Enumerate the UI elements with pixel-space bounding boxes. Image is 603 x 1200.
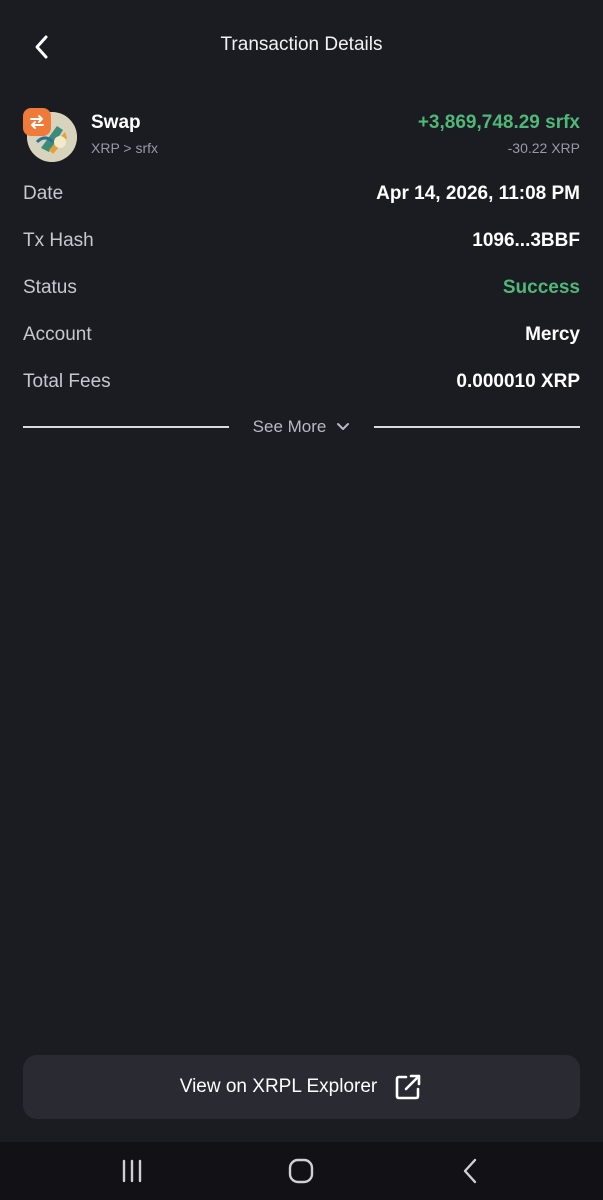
page-title: Transaction Details <box>220 34 383 55</box>
sent-amount: -30.22 XRP <box>507 140 580 156</box>
details-list: Date Apr 14, 2026, 11:08 PM Tx Hash 1096… <box>23 170 580 405</box>
system-back-button[interactable] <box>450 1156 490 1186</box>
see-more-button[interactable]: See More <box>229 417 375 437</box>
transaction-type: Swap <box>91 112 141 133</box>
token-avatar <box>23 108 77 162</box>
detail-value: 0.000010 XRP <box>456 370 580 392</box>
detail-label: Status <box>23 276 77 298</box>
detail-row-status: Status Success <box>23 264 580 311</box>
status-badge: Success <box>502 276 580 298</box>
home-button[interactable] <box>281 1156 321 1186</box>
swap-arrows-icon <box>23 108 51 136</box>
detail-value: Mercy <box>525 323 580 345</box>
detail-value: Apr 14, 2026, 11:08 PM <box>376 182 580 204</box>
recent-apps-icon <box>122 1159 142 1183</box>
see-more-section: See More <box>23 410 581 444</box>
swap-pair: XRP > srfx <box>91 140 159 156</box>
tx-hash-value[interactable]: 1096...3BBF <box>472 230 580 252</box>
detail-label: Date <box>23 182 64 204</box>
detail-label: Account <box>23 323 92 345</box>
swap-summary: Swap XRP > srfx +3,869,748.29 srfx -30.2… <box>23 104 580 162</box>
detail-row-date: Date Apr 14, 2026, 11:08 PM <box>23 170 580 217</box>
detail-row-account: Account Mercy <box>23 311 580 358</box>
view-explorer-button[interactable]: View on XRPL Explorer <box>23 1055 580 1119</box>
detail-row-total-fees: Total Fees 0.000010 XRP <box>23 358 580 405</box>
received-amount: +3,869,748.29 srfx <box>417 112 580 133</box>
transaction-details-screen: Transaction Details Swap XRP > srfx +3,8… <box>0 0 603 1200</box>
see-more-label: See More <box>252 417 327 436</box>
divider-right <box>374 426 581 428</box>
recent-apps-button[interactable] <box>112 1156 152 1186</box>
divider-left <box>23 426 229 428</box>
external-link-icon <box>395 1074 421 1100</box>
nav-back-icon <box>463 1158 477 1184</box>
detail-label: Total Fees <box>23 370 111 392</box>
app-header: Transaction Details <box>0 0 603 94</box>
home-icon <box>288 1158 314 1184</box>
chevron-down-icon <box>337 423 350 430</box>
detail-row-tx-hash[interactable]: Tx Hash 1096...3BBF <box>23 217 580 264</box>
explorer-button-label: View on XRPL Explorer <box>179 1076 378 1097</box>
detail-label: Tx Hash <box>23 229 94 251</box>
system-nav-bar <box>0 1142 603 1200</box>
